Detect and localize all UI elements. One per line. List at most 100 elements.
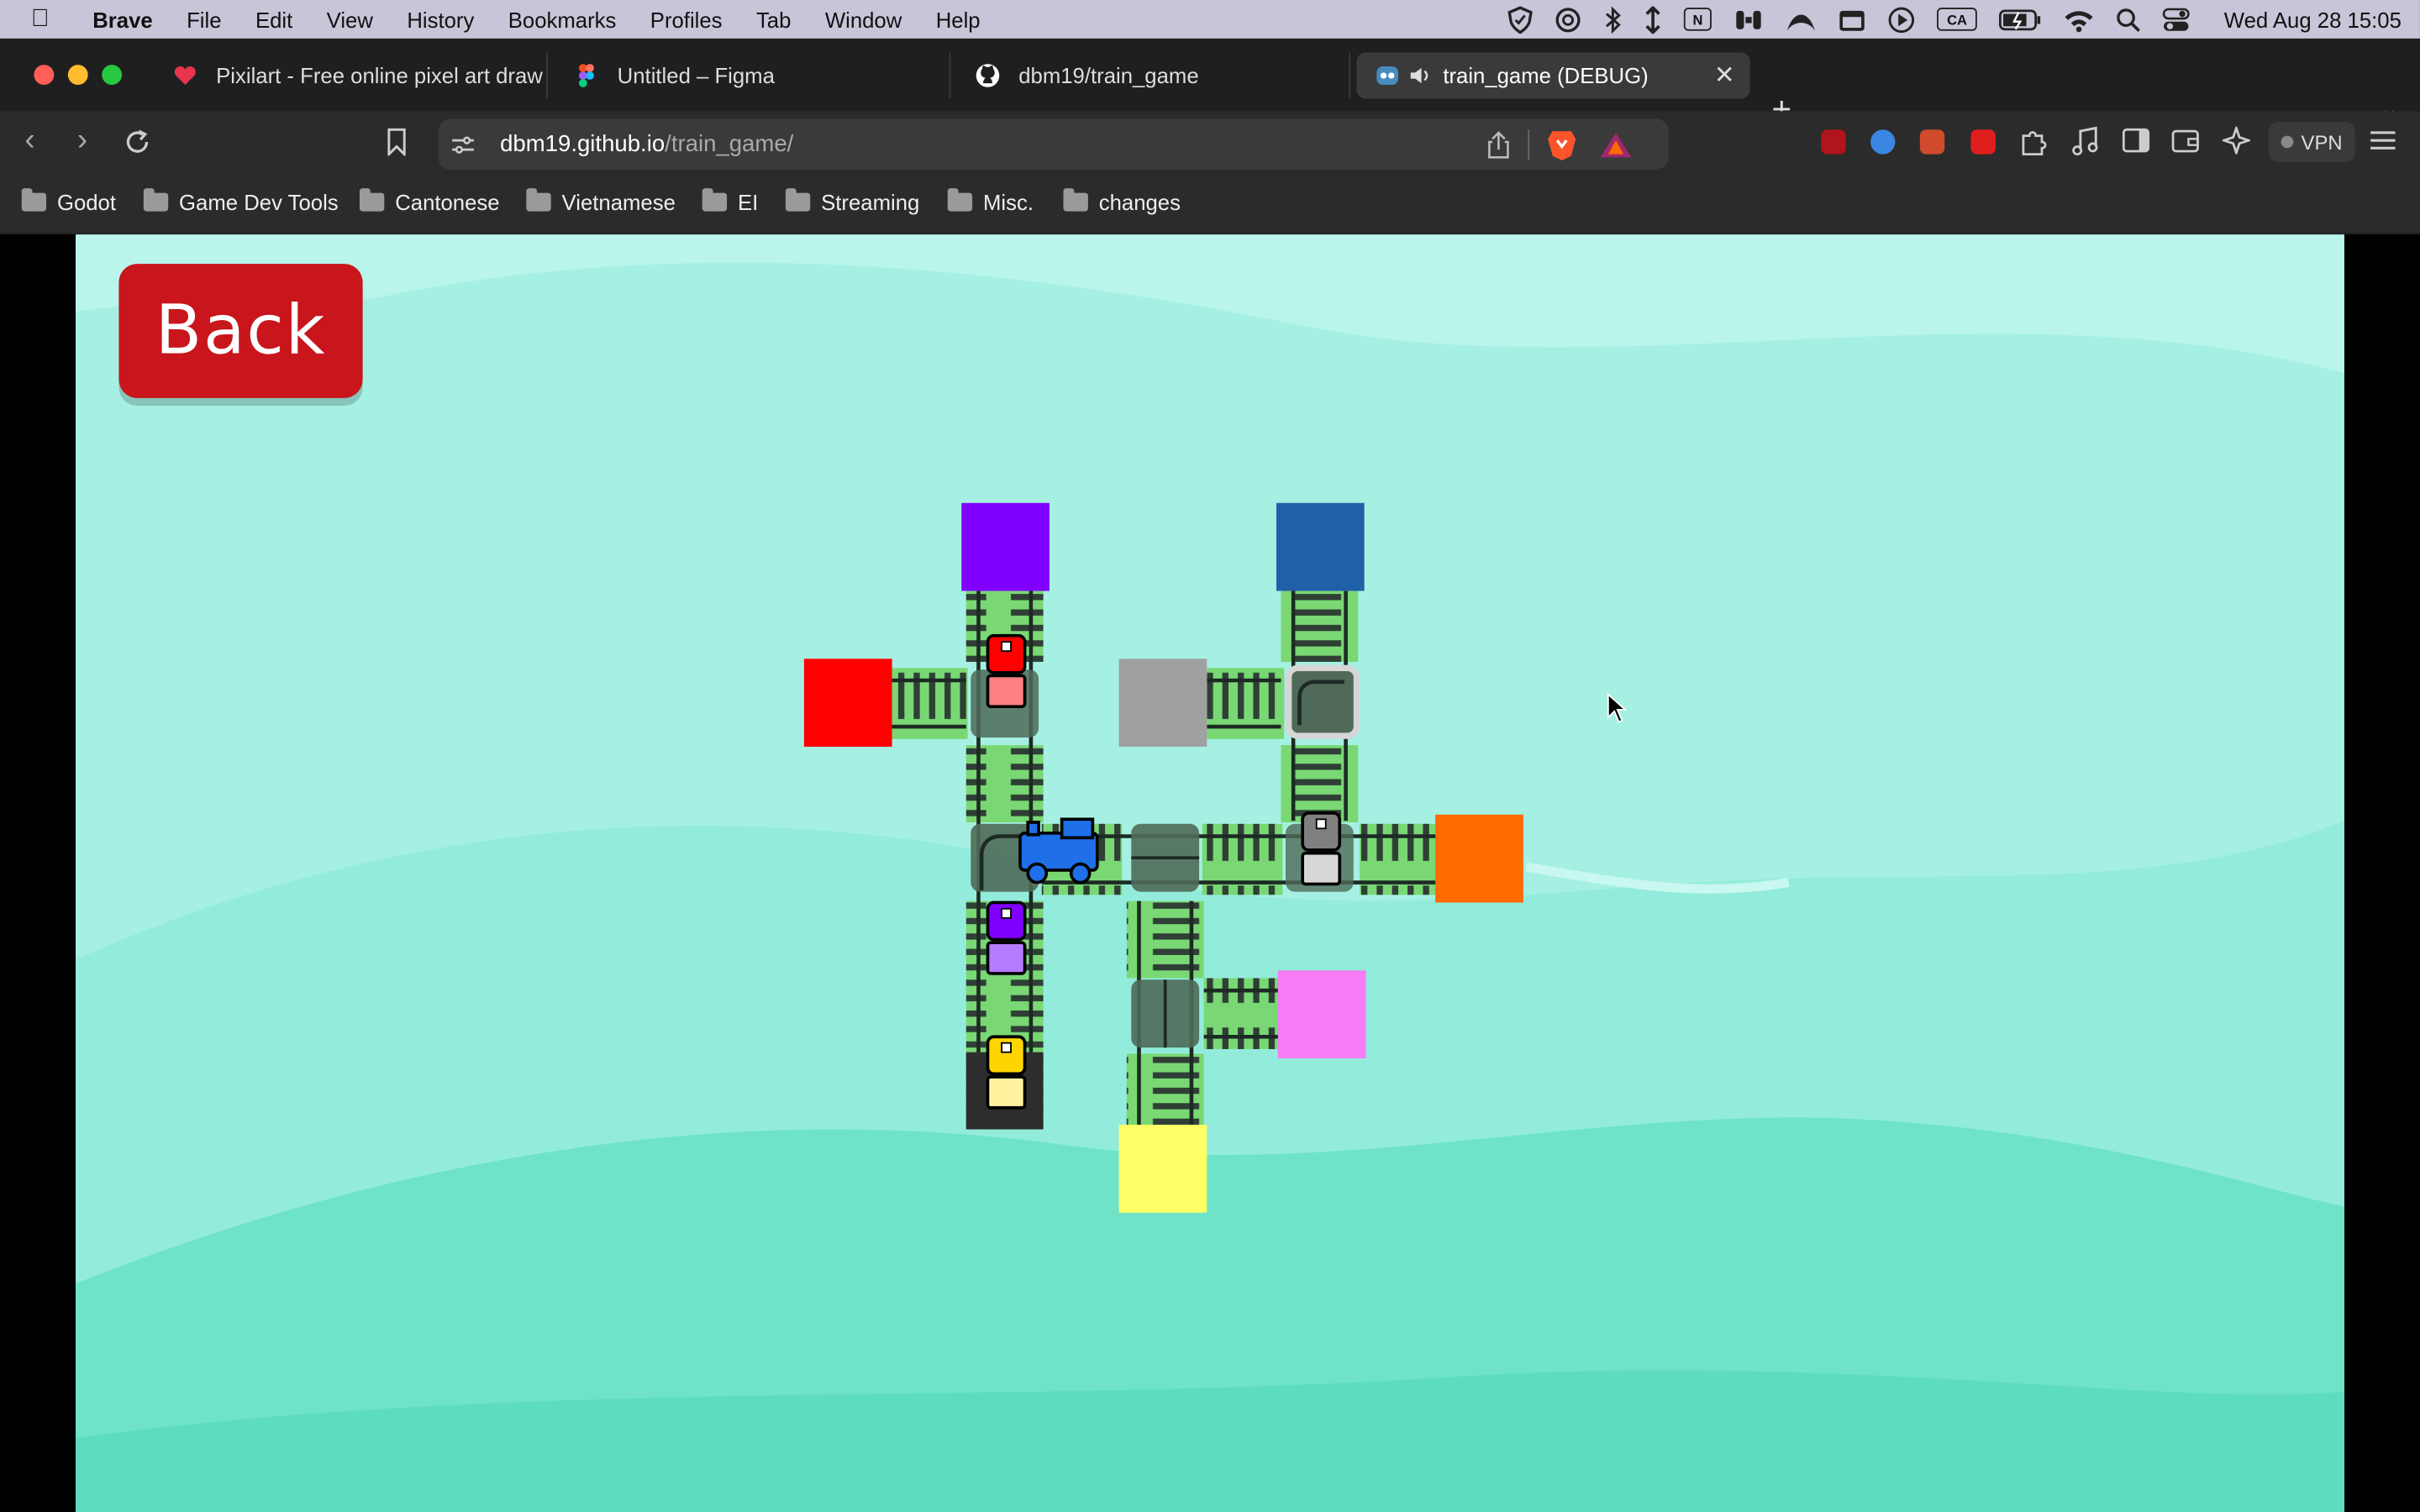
- back-nav-icon[interactable]: ‹: [24, 123, 34, 159]
- vpn-button[interactable]: VPN: [2268, 122, 2355, 162]
- bookmark-folder-changes[interactable]: changes: [1063, 188, 1181, 215]
- station-grey: [1118, 659, 1207, 747]
- tab-pixilart[interactable]: Pixilart - Free online pixel art draw: [155, 52, 549, 99]
- url-text: dbm19.github.io/train_game/: [500, 131, 793, 157]
- bookmark-folder-vietnamese[interactable]: Vietnamese: [526, 188, 676, 215]
- sidebar-toggle-icon[interactable]: [2122, 128, 2150, 153]
- extensions-puzzle-icon[interactable]: [2018, 127, 2049, 158]
- bookmark-folder-game-dev-tools[interactable]: Game Dev Tools: [143, 188, 339, 214]
- tab-github[interactable]: dbm19/train_game: [957, 52, 1351, 99]
- bookmark-label: Vietnamese: [561, 189, 676, 215]
- train-yellow: [986, 1035, 1027, 1110]
- openai-icon[interactable]: [1555, 5, 1582, 33]
- menu-window[interactable]: Window: [825, 7, 902, 31]
- window-minimize-button[interactable]: [67, 65, 88, 86]
- youtube-extension-icon[interactable]: [1970, 129, 1996, 155]
- url-path: /train_game/: [665, 131, 794, 158]
- folder-icon: [143, 188, 169, 212]
- menu-help[interactable]: Help: [936, 7, 981, 31]
- menu-history[interactable]: History: [407, 7, 474, 31]
- folder-icon: [702, 188, 728, 212]
- browser-tab-strip: Pixilart - Free online pixel art draw Un…: [0, 38, 2420, 128]
- browser-toolbar: ‹ › dbm19.github.io/train_game/ VPN: [0, 111, 2420, 173]
- arrows-updown-icon[interactable]: [1644, 5, 1662, 34]
- tab-title: Pixilart - Free online pixel art draw: [216, 63, 543, 88]
- bookmark-folder-streaming[interactable]: Streaming: [785, 188, 920, 215]
- locomotive-blue: [1018, 817, 1099, 885]
- menu-profiles[interactable]: Profiles: [650, 7, 723, 31]
- forward-nav-icon[interactable]: ›: [77, 123, 87, 159]
- menu-edit[interactable]: Edit: [255, 7, 292, 31]
- leo-ai-icon[interactable]: [2222, 126, 2250, 155]
- pixilart-heart-icon: [174, 66, 196, 86]
- reload-icon[interactable]: [124, 128, 151, 155]
- shield-icon[interactable]: [1507, 5, 1533, 34]
- play-icon[interactable]: [1887, 5, 1915, 33]
- track-layout: [890, 591, 1437, 1130]
- mouse-cursor-icon: [1607, 692, 1628, 723]
- game-viewport: Back: [0, 234, 2420, 1512]
- divider: [1528, 129, 1530, 161]
- apple-menu-icon[interactable]: : [31, 5, 59, 33]
- window-zoom-button[interactable]: [102, 65, 123, 86]
- bookmark-page-icon[interactable]: [386, 128, 408, 156]
- bookmark-folder-ei[interactable]: EI: [702, 188, 758, 214]
- train-red: [986, 633, 1027, 709]
- train-grey: [1301, 811, 1342, 886]
- menu-file[interactable]: File: [187, 7, 221, 31]
- speaker-icon[interactable]: [1409, 63, 1431, 87]
- station-yellow: [1118, 1124, 1207, 1213]
- airpods-icon[interactable]: [1733, 7, 1765, 31]
- bookmark-folder-misc[interactable]: Misc.: [947, 188, 1034, 214]
- wifi-icon[interactable]: [2064, 7, 2095, 32]
- tab-title: Untitled – Figma: [617, 63, 775, 88]
- site-settings-icon[interactable]: [450, 133, 475, 157]
- keyboard-input-icon[interactable]: CA: [1937, 8, 1977, 31]
- folder-icon: [785, 188, 811, 212]
- bookmark-label: changes: [1098, 189, 1181, 215]
- share-icon[interactable]: [1488, 131, 1510, 159]
- station-orange: [1435, 814, 1523, 903]
- folder-icon: [1063, 188, 1088, 212]
- app-menu-brave[interactable]: Brave: [92, 7, 152, 31]
- vpn-status-icon: [2281, 135, 2294, 149]
- folder-icon: [947, 188, 973, 212]
- station-purple: [961, 502, 1050, 591]
- url-host: dbm19.github.io: [500, 131, 666, 158]
- bookmark-label: Streaming: [821, 189, 920, 215]
- folder-icon: [526, 188, 551, 212]
- menu-tab[interactable]: Tab: [756, 7, 791, 31]
- wallet-icon[interactable]: [2171, 128, 2199, 153]
- notion-icon[interactable]: N: [1683, 8, 1712, 31]
- bookmarks-bar: Godot Game Dev Tools Cantonese Vietnames…: [0, 172, 2420, 235]
- spotlight-icon[interactable]: [2116, 7, 2141, 32]
- bookmark-label: Cantonese: [395, 189, 500, 215]
- battery-icon[interactable]: [1999, 8, 2042, 30]
- tab-figma[interactable]: Untitled – Figma: [555, 52, 951, 99]
- menu-view[interactable]: View: [327, 7, 373, 31]
- bookmark-label: Godot: [56, 189, 117, 215]
- bookmark-folder-cantonese[interactable]: Cantonese: [359, 188, 500, 215]
- extension-blue-icon[interactable]: [1870, 129, 1896, 155]
- ublock-icon[interactable]: [1821, 129, 1846, 155]
- control-center-icon[interactable]: [2162, 7, 2190, 31]
- menu-bookmarks[interactable]: Bookmarks: [508, 7, 617, 31]
- tab-title: dbm19/train_game: [1018, 63, 1199, 88]
- calendar-icon[interactable]: [1839, 7, 1866, 31]
- hamburger-menu-icon[interactable]: [2369, 129, 2396, 151]
- extension-book-icon[interactable]: [1919, 129, 1945, 155]
- address-bar[interactable]: dbm19.github.io/train_game/: [438, 118, 1669, 171]
- close-tab-icon[interactable]: ✕: [1714, 60, 1735, 92]
- window-close-button[interactable]: [34, 65, 55, 86]
- folder-icon: [21, 188, 47, 212]
- menubar-clock[interactable]: Wed Aug 28 15:05: [2224, 7, 2402, 31]
- bluetooth-icon[interactable]: [1603, 5, 1622, 34]
- brave-shields-icon[interactable]: [1546, 128, 1577, 161]
- arc-icon[interactable]: [1786, 7, 1817, 31]
- train-purple: [986, 900, 1027, 975]
- brave-rewards-icon[interactable]: [1599, 131, 1633, 159]
- music-note-icon[interactable]: [2071, 126, 2099, 158]
- tab-train-game-active[interactable]: train_game (DEBUG) ✕: [1356, 52, 1750, 99]
- game-canvas[interactable]: Back: [75, 234, 2344, 1512]
- bookmark-folder-godot[interactable]: Godot: [21, 188, 117, 215]
